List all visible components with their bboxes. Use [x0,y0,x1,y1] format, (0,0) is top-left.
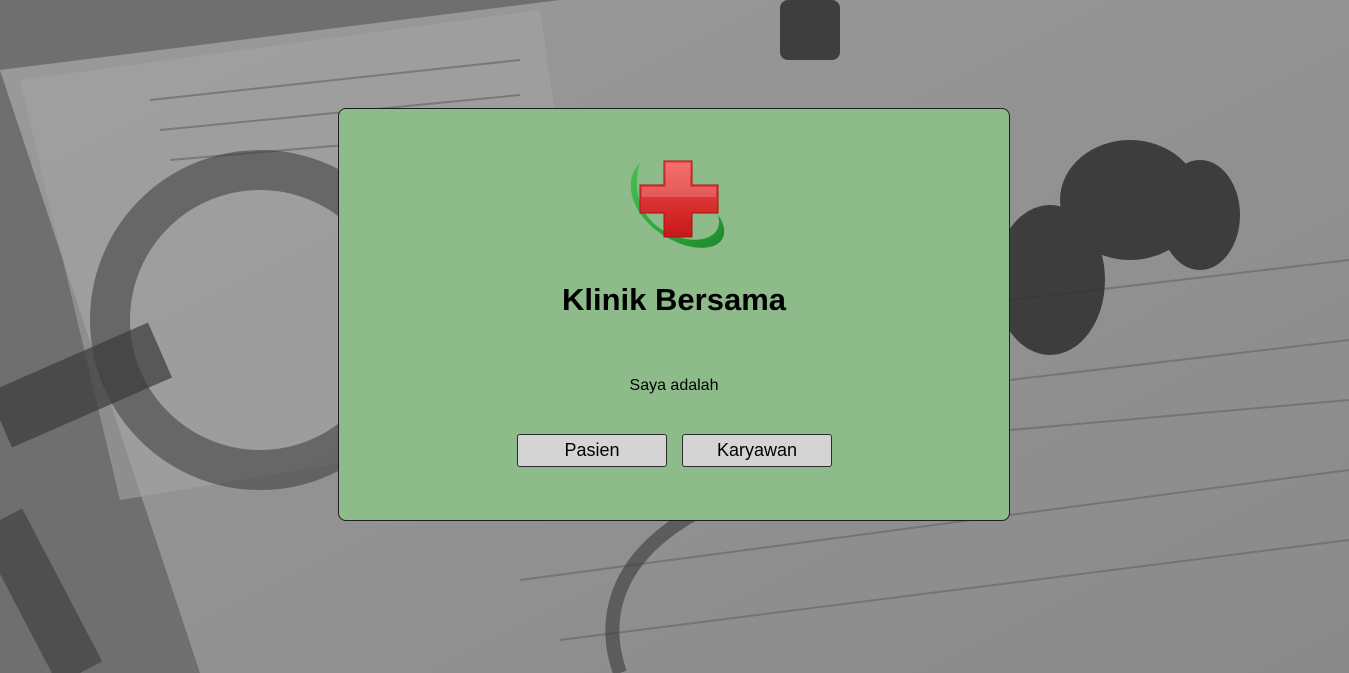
medical-cross-icon [630,160,725,248]
role-prompt: Saya adalah [629,377,719,394]
patient-button[interactable]: Pasien [517,434,667,467]
role-selection-card: Klinik Bersama Saya adalah Pasien Karyaw… [338,108,1010,521]
employee-button[interactable]: Karyawan [682,434,832,467]
page-title: Klinik Bersama [562,282,786,317]
